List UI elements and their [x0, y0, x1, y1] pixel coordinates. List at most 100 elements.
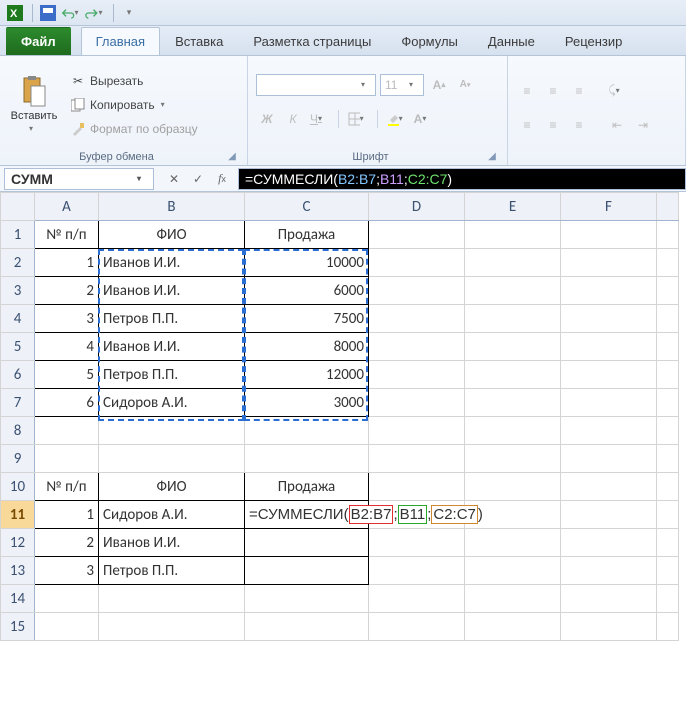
cell[interactable] — [369, 277, 465, 305]
col-header-E[interactable]: E — [465, 193, 561, 221]
cell[interactable] — [245, 585, 369, 613]
cell[interactable] — [465, 613, 561, 641]
cell[interactable] — [657, 529, 679, 557]
cell[interactable] — [35, 585, 99, 613]
cell[interactable]: 7500 — [245, 305, 369, 333]
cell[interactable] — [35, 445, 99, 473]
font-dialog-launcher[interactable]: ◢ — [485, 149, 499, 163]
cell[interactable]: 6 — [35, 389, 99, 417]
cell[interactable] — [561, 277, 657, 305]
cell[interactable]: 2 — [35, 277, 99, 305]
cell[interactable] — [561, 305, 657, 333]
col-header-A[interactable]: A — [35, 193, 99, 221]
row-header[interactable]: 3 — [1, 277, 35, 305]
cell[interactable]: 10000 — [245, 249, 369, 277]
underline-icon[interactable]: Ч▾ — [308, 108, 330, 130]
tab-file[interactable]: Файл — [6, 27, 71, 55]
cell[interactable] — [369, 557, 465, 585]
increase-indent-icon[interactable]: ⇥ — [632, 114, 654, 136]
cell[interactable]: № п/п — [35, 473, 99, 501]
col-header-D[interactable]: D — [369, 193, 465, 221]
row-header[interactable]: 10 — [1, 473, 35, 501]
align-center-icon[interactable]: ≡ — [542, 114, 564, 136]
cell[interactable] — [561, 557, 657, 585]
cell[interactable] — [657, 585, 679, 613]
cell[interactable]: Петров П.П. — [99, 305, 245, 333]
cell[interactable] — [465, 557, 561, 585]
cell[interactable] — [465, 221, 561, 249]
decrease-font-icon[interactable]: A▾ — [454, 74, 476, 96]
tab-formulas[interactable]: Формулы — [386, 27, 473, 55]
cell[interactable] — [369, 417, 465, 445]
cell[interactable] — [657, 361, 679, 389]
redo-icon[interactable]: ▾ — [85, 2, 107, 24]
cell[interactable] — [465, 277, 561, 305]
save-icon[interactable] — [37, 2, 59, 24]
cell[interactable] — [369, 249, 465, 277]
cell[interactable] — [369, 333, 465, 361]
cell[interactable] — [561, 445, 657, 473]
cell[interactable] — [657, 305, 679, 333]
cell[interactable]: 1 — [35, 501, 99, 529]
orientation-icon[interactable]: ⤹▾ — [606, 80, 628, 102]
col-header-B[interactable]: B — [99, 193, 245, 221]
cell[interactable]: Иванов И.И. — [99, 529, 245, 557]
fx-icon[interactable]: fx — [212, 169, 232, 189]
cell[interactable] — [369, 305, 465, 333]
col-header-blank[interactable] — [657, 193, 679, 221]
cell[interactable] — [657, 277, 679, 305]
row-header[interactable]: 5 — [1, 333, 35, 361]
cell[interactable] — [561, 585, 657, 613]
name-box[interactable]: СУММ▾ — [4, 168, 154, 190]
tab-insert[interactable]: Вставка — [160, 27, 238, 55]
col-header-F[interactable]: F — [561, 193, 657, 221]
cell[interactable]: ФИО — [99, 473, 245, 501]
spreadsheet-grid[interactable]: A B C D E F 1№ п/пФИОПродажа21Иванов И.И… — [0, 192, 686, 641]
cell[interactable]: 6000 — [245, 277, 369, 305]
tab-review[interactable]: Рецензир — [550, 27, 638, 55]
tab-page-layout[interactable]: Разметка страницы — [238, 27, 386, 55]
align-right-icon[interactable]: ≡ — [568, 114, 590, 136]
cell[interactable]: Сидоров А.И. — [99, 501, 245, 529]
cell[interactable]: Петров П.П. — [99, 361, 245, 389]
cell[interactable]: =СУММЕСЛИ(B2:B7;B11;C2:C7) — [245, 501, 369, 529]
cell[interactable] — [369, 445, 465, 473]
cell[interactable]: 2 — [35, 529, 99, 557]
row-header[interactable]: 14 — [1, 585, 35, 613]
cell[interactable] — [465, 361, 561, 389]
cell[interactable] — [561, 501, 657, 529]
cell[interactable] — [245, 529, 369, 557]
clipboard-dialog-launcher[interactable]: ◢ — [225, 149, 239, 163]
cell[interactable] — [561, 361, 657, 389]
align-middle-icon[interactable]: ≡ — [542, 80, 564, 102]
cell[interactable] — [99, 613, 245, 641]
cell[interactable] — [465, 305, 561, 333]
cell[interactable] — [245, 445, 369, 473]
cell[interactable] — [465, 333, 561, 361]
row-header[interactable]: 1 — [1, 221, 35, 249]
cut-button[interactable]: ✂ Вырезать — [66, 70, 202, 92]
cell[interactable] — [657, 613, 679, 641]
cell[interactable] — [369, 473, 465, 501]
cell[interactable] — [561, 529, 657, 557]
cell[interactable] — [561, 417, 657, 445]
cell[interactable] — [561, 613, 657, 641]
cell[interactable] — [369, 613, 465, 641]
font-name-select[interactable]: ▾ — [256, 74, 376, 96]
row-header[interactable]: 7 — [1, 389, 35, 417]
cell[interactable]: 3 — [35, 557, 99, 585]
undo-icon[interactable]: ▾ — [61, 2, 83, 24]
cell[interactable] — [561, 333, 657, 361]
row-header[interactable]: 6 — [1, 361, 35, 389]
row-header[interactable]: 11 — [1, 501, 35, 529]
row-header[interactable]: 9 — [1, 445, 35, 473]
cell[interactable]: 8000 — [245, 333, 369, 361]
cell[interactable]: 3 — [35, 305, 99, 333]
copy-button[interactable]: Копировать▾ — [66, 94, 202, 116]
cell[interactable] — [369, 529, 465, 557]
cell[interactable] — [657, 445, 679, 473]
cell[interactable]: 12000 — [245, 361, 369, 389]
bold-icon[interactable]: Ж — [256, 108, 278, 130]
cell[interactable] — [657, 249, 679, 277]
borders-icon[interactable]: ▾ — [347, 108, 369, 130]
